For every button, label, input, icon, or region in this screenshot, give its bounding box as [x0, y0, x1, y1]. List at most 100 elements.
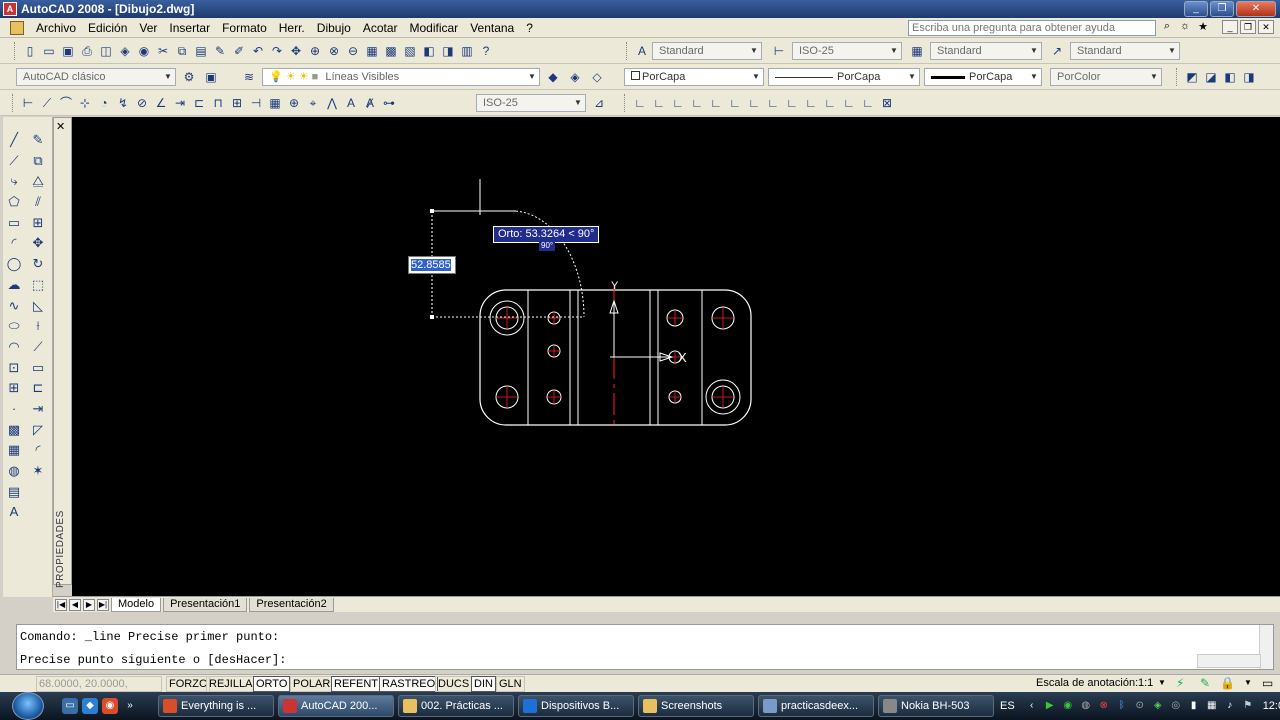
- toggle-snap[interactable]: FORZC: [166, 676, 210, 692]
- task-button[interactable]: Dispositivos B...: [518, 695, 634, 717]
- zoom-realtime-icon[interactable]: ⊕: [306, 42, 324, 60]
- hatch-icon[interactable]: ▩: [4, 419, 24, 440]
- ucs-previous-icon[interactable]: ∟: [669, 94, 687, 112]
- multileader-style-icon[interactable]: ↗: [1048, 42, 1066, 60]
- doc-close-button[interactable]: ✕: [1258, 20, 1274, 34]
- redo-icon[interactable]: ↷: [268, 42, 286, 60]
- angular-dimension-icon[interactable]: ∠: [152, 94, 170, 112]
- close-icon[interactable]: ✕: [56, 120, 65, 133]
- menu-acotar[interactable]: Acotar: [357, 21, 404, 35]
- region-icon[interactable]: ◍: [4, 460, 24, 481]
- menu-dibujo[interactable]: Dibujo: [311, 21, 357, 35]
- make-block-icon[interactable]: ⊞: [4, 377, 24, 398]
- radius-dimension-icon[interactable]: ◔: [95, 94, 113, 112]
- layer-dropdown[interactable]: 💡 ☀ ☀ ■ Líneas Visibles ▼: [262, 68, 540, 86]
- chrome-icon[interactable]: ◉: [102, 698, 118, 714]
- named-ucs-icon[interactable]: ⊠: [878, 94, 896, 112]
- document-icon[interactable]: [10, 20, 24, 35]
- task-button-active[interactable]: AutoCAD 200...: [278, 695, 394, 717]
- linetype-dropdown[interactable]: PorCapa ▼: [768, 68, 920, 86]
- tab-presentacion1[interactable]: Presentación1: [163, 597, 248, 612]
- toggle-polar[interactable]: POLAR: [290, 676, 334, 692]
- toolbar-grip[interactable]: [624, 94, 627, 112]
- trim-icon[interactable]: ⟊: [28, 315, 48, 336]
- command-line-window[interactable]: Comando: _line Precise primer punto: Pre…: [16, 624, 1274, 670]
- volume-icon[interactable]: ♪: [1223, 699, 1237, 713]
- ucs-face-icon[interactable]: ∟: [688, 94, 706, 112]
- extend-icon[interactable]: ⟋: [28, 336, 48, 357]
- plot-preview-icon[interactable]: ◫: [97, 42, 115, 60]
- aligned-dimension-icon[interactable]: ⟋: [38, 94, 56, 112]
- menu-archivo[interactable]: Archivo: [30, 21, 82, 35]
- ucs-z-icon[interactable]: ∟: [840, 94, 858, 112]
- last-tab-nav-icon[interactable]: ▶|: [97, 598, 109, 611]
- language-indicator[interactable]: ES: [1000, 700, 1015, 712]
- task-button[interactable]: 002. Prácticas ...: [398, 695, 514, 717]
- prev-tab-nav-icon[interactable]: ◀: [69, 598, 81, 611]
- menu-help[interactable]: ?: [520, 21, 539, 35]
- task-button[interactable]: Screenshots: [638, 695, 754, 717]
- 3d-dwf-icon[interactable]: ◉: [135, 42, 153, 60]
- offset-icon[interactable]: ⫽: [28, 191, 48, 212]
- tab-modelo[interactable]: Modelo: [111, 597, 162, 612]
- tab-presentacion2[interactable]: Presentación2: [249, 597, 334, 612]
- center-mark-icon[interactable]: ⊕: [285, 94, 303, 112]
- gradient-icon[interactable]: ▦: [4, 439, 24, 460]
- dynamic-input-field[interactable]: 52.8585: [408, 256, 456, 274]
- chevron-left-icon[interactable]: ‹: [1025, 699, 1039, 713]
- move-icon[interactable]: ✥: [28, 232, 48, 253]
- toolbar-grip[interactable]: [626, 42, 629, 60]
- dimension-style-manager-icon[interactable]: ⊿: [590, 94, 608, 112]
- ordinate-dimension-icon[interactable]: ⊹: [76, 94, 94, 112]
- chamfer-icon[interactable]: ◸: [28, 419, 48, 440]
- tray-app-icon[interactable]: ◈: [1151, 699, 1165, 713]
- clean-screen-icon[interactable]: ▭: [1262, 676, 1273, 690]
- continue-dimension-icon[interactable]: ⊓: [209, 94, 227, 112]
- circle-icon[interactable]: ◯: [4, 253, 24, 274]
- workspace-settings-icon[interactable]: ⚙: [180, 68, 198, 86]
- break-at-point-icon[interactable]: ▭: [28, 357, 48, 378]
- lineweight-dropdown[interactable]: PorCapa ▼: [924, 68, 1042, 86]
- workspace-dropdown[interactable]: AutoCAD clásico ▼: [16, 68, 176, 86]
- toolbar-lock-icon[interactable]: 🔒: [1220, 676, 1235, 690]
- command-horizontal-scrollbar[interactable]: [1197, 654, 1261, 668]
- make-layer-current-icon[interactable]: ◆: [544, 68, 562, 86]
- text-style-dropdown[interactable]: Standard ▼: [652, 42, 762, 60]
- first-tab-nav-icon[interactable]: |◀: [55, 598, 67, 611]
- toggle-ducs[interactable]: DUCS: [435, 676, 473, 692]
- zoom-window-icon[interactable]: ⊗: [325, 42, 343, 60]
- drawing-area[interactable]: Y X Orto: 53.3264 < 90° 90° 52.8585: [72, 117, 1280, 596]
- line-icon[interactable]: ╱: [4, 129, 24, 150]
- favorites-star-icon[interactable]: ★: [1196, 20, 1210, 35]
- explode-icon[interactable]: ✶: [28, 460, 48, 481]
- tray-app-icon[interactable]: ◍: [1079, 699, 1093, 713]
- erase-icon[interactable]: ✎: [28, 129, 48, 150]
- ucs-apply-icon[interactable]: ∟: [859, 94, 877, 112]
- plotstyle-dropdown[interactable]: PorColor ▼: [1050, 68, 1162, 86]
- properties-palette-collapsed[interactable]: ✕ PROPIEDADES: [53, 117, 72, 588]
- command-prompt-line[interactable]: Precise punto siguiente o [desHacer]:: [20, 652, 286, 668]
- new-file-icon[interactable]: ▯: [21, 42, 39, 60]
- ucs-3point-icon[interactable]: ∟: [783, 94, 801, 112]
- break-icon[interactable]: ⊏: [28, 377, 48, 398]
- rotate-icon[interactable]: ↻: [28, 253, 48, 274]
- dimension-text-edit-icon[interactable]: Ⱥ: [361, 94, 379, 112]
- revision-cloud-icon[interactable]: ☁: [4, 274, 24, 295]
- block-editor-icon[interactable]: ✐: [230, 42, 248, 60]
- zoom-previous-icon[interactable]: ⊖: [344, 42, 362, 60]
- task-button[interactable]: Nokia BH-503: [878, 695, 994, 717]
- bring-to-front-icon[interactable]: ◩: [1183, 68, 1201, 86]
- tool-palettes-icon[interactable]: ▧: [401, 42, 419, 60]
- minimize-button[interactable]: _: [1184, 1, 1208, 17]
- menu-herramientas[interactable]: Herr.: [273, 21, 311, 35]
- ellipse-icon[interactable]: ⬭: [4, 315, 24, 336]
- fillet-icon[interactable]: ◜: [28, 439, 48, 460]
- rectangle-icon[interactable]: ▭: [4, 212, 24, 233]
- toolbar-grip[interactable]: [1176, 68, 1179, 86]
- toggle-osnap[interactable]: REFENT: [331, 676, 381, 692]
- doc-restore-button[interactable]: ❐: [1240, 20, 1256, 34]
- network-icon[interactable]: ▦: [1205, 699, 1219, 713]
- multileader-style-dropdown[interactable]: Standard ▼: [1070, 42, 1180, 60]
- table-style-icon[interactable]: ▦: [908, 42, 926, 60]
- properties-icon[interactable]: ▦: [363, 42, 381, 60]
